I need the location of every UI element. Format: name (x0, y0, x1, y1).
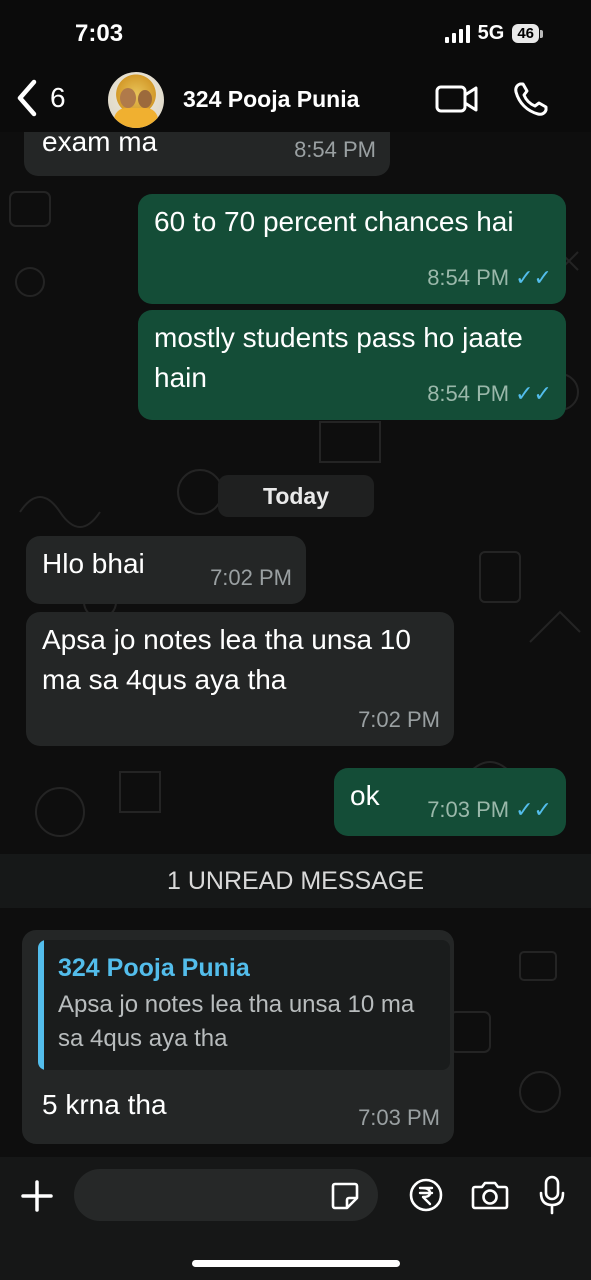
message-bubble-outgoing[interactable]: 60 to 70 percent chances hai 8:54 PM ✓✓ (138, 194, 566, 304)
message-time: 7:02 PM (358, 707, 440, 732)
signal-icon (444, 24, 470, 43)
quote-accent-bar (38, 940, 44, 1070)
network-label: 5G (477, 22, 505, 44)
status-time: 7:03 (75, 20, 124, 47)
sticker-icon[interactable] (330, 1181, 360, 1211)
back-chevron-icon (17, 79, 37, 117)
back-button[interactable]: 6 (14, 78, 66, 118)
camera-icon[interactable] (471, 1179, 509, 1211)
message-meta: 8:54 PM ✓✓ (427, 374, 552, 414)
quoted-text: Apsa jo notes lea tha unsa 10 ma sa 4qus… (58, 991, 415, 1052)
rupee-payment-icon[interactable] (408, 1177, 444, 1213)
read-receipt-icon: ✓✓ (515, 797, 552, 822)
message-text: 5 krna tha (42, 1089, 167, 1120)
chat-header: 6 324 Pooja Punia (0, 68, 591, 132)
read-receipt-icon: ✓✓ (515, 381, 552, 406)
message-bubble-incoming[interactable]: exam ma 8:54 PM (24, 132, 390, 176)
message-bubble-outgoing[interactable]: mostly students pass ho jaate hain 8:54 … (138, 310, 566, 420)
message-bubble-incoming[interactable]: Hlo bhai 7:02 PM (26, 536, 306, 604)
unread-chats-count: 6 (50, 82, 66, 113)
microphone-icon[interactable] (538, 1175, 566, 1215)
voice-call-icon[interactable] (512, 80, 550, 118)
message-time: 7:03 PM (427, 797, 510, 822)
status-bar: 7:03 5G 46 (0, 0, 591, 70)
message-text: Apsa jo notes lea tha unsa 10 ma sa 4qus… (42, 624, 411, 695)
message-time: 7:02 PM (210, 565, 292, 590)
message-time: 7:03 PM (358, 1105, 440, 1130)
message-meta: 8:54 PM (294, 132, 376, 170)
message-meta: 7:02 PM (210, 558, 292, 598)
message-meta: 7:02 PM (358, 700, 440, 740)
quoted-message[interactable]: 324 Pooja Punia Apsa jo notes lea tha un… (38, 940, 450, 1070)
battery-level: 46 (512, 24, 539, 43)
home-indicator (192, 1260, 400, 1267)
message-time: 8:54 PM (427, 381, 510, 406)
unread-divider: 1 UNREAD MESSAGE (0, 854, 591, 908)
message-bubble-incoming-reply[interactable]: 324 Pooja Punia Apsa jo notes lea tha un… (22, 930, 454, 1144)
composer-bar (0, 1157, 591, 1280)
avatar[interactable] (108, 72, 164, 128)
read-receipt-icon: ✓✓ (515, 265, 552, 290)
message-list[interactable]: exam ma 8:54 PM 60 to 70 percent chances… (0, 132, 591, 1157)
message-time: 8:54 PM (427, 265, 510, 290)
day-divider: Today (218, 475, 374, 517)
message-meta: 7:03 PM ✓✓ (427, 790, 552, 830)
message-meta: 8:54 PM ✓✓ (427, 258, 552, 298)
contact-name[interactable]: 324 Pooja Punia (183, 86, 359, 113)
message-meta: 7:03 PM (358, 1098, 440, 1138)
message-text: 60 to 70 percent chances hai (154, 206, 514, 237)
video-call-icon[interactable] (435, 84, 479, 114)
plus-icon[interactable] (20, 1179, 54, 1213)
message-bubble-incoming[interactable]: Apsa jo notes lea tha unsa 10 ma sa 4qus… (26, 612, 454, 746)
quoted-author: 324 Pooja Punia (58, 954, 250, 982)
status-indicators: 5G 46 (444, 22, 543, 45)
message-time: 8:54 PM (294, 137, 376, 162)
message-bubble-outgoing[interactable]: ok 7:03 PM ✓✓ (334, 768, 566, 836)
battery-icon: 46 (512, 24, 543, 43)
message-text: exam ma (42, 132, 158, 157)
